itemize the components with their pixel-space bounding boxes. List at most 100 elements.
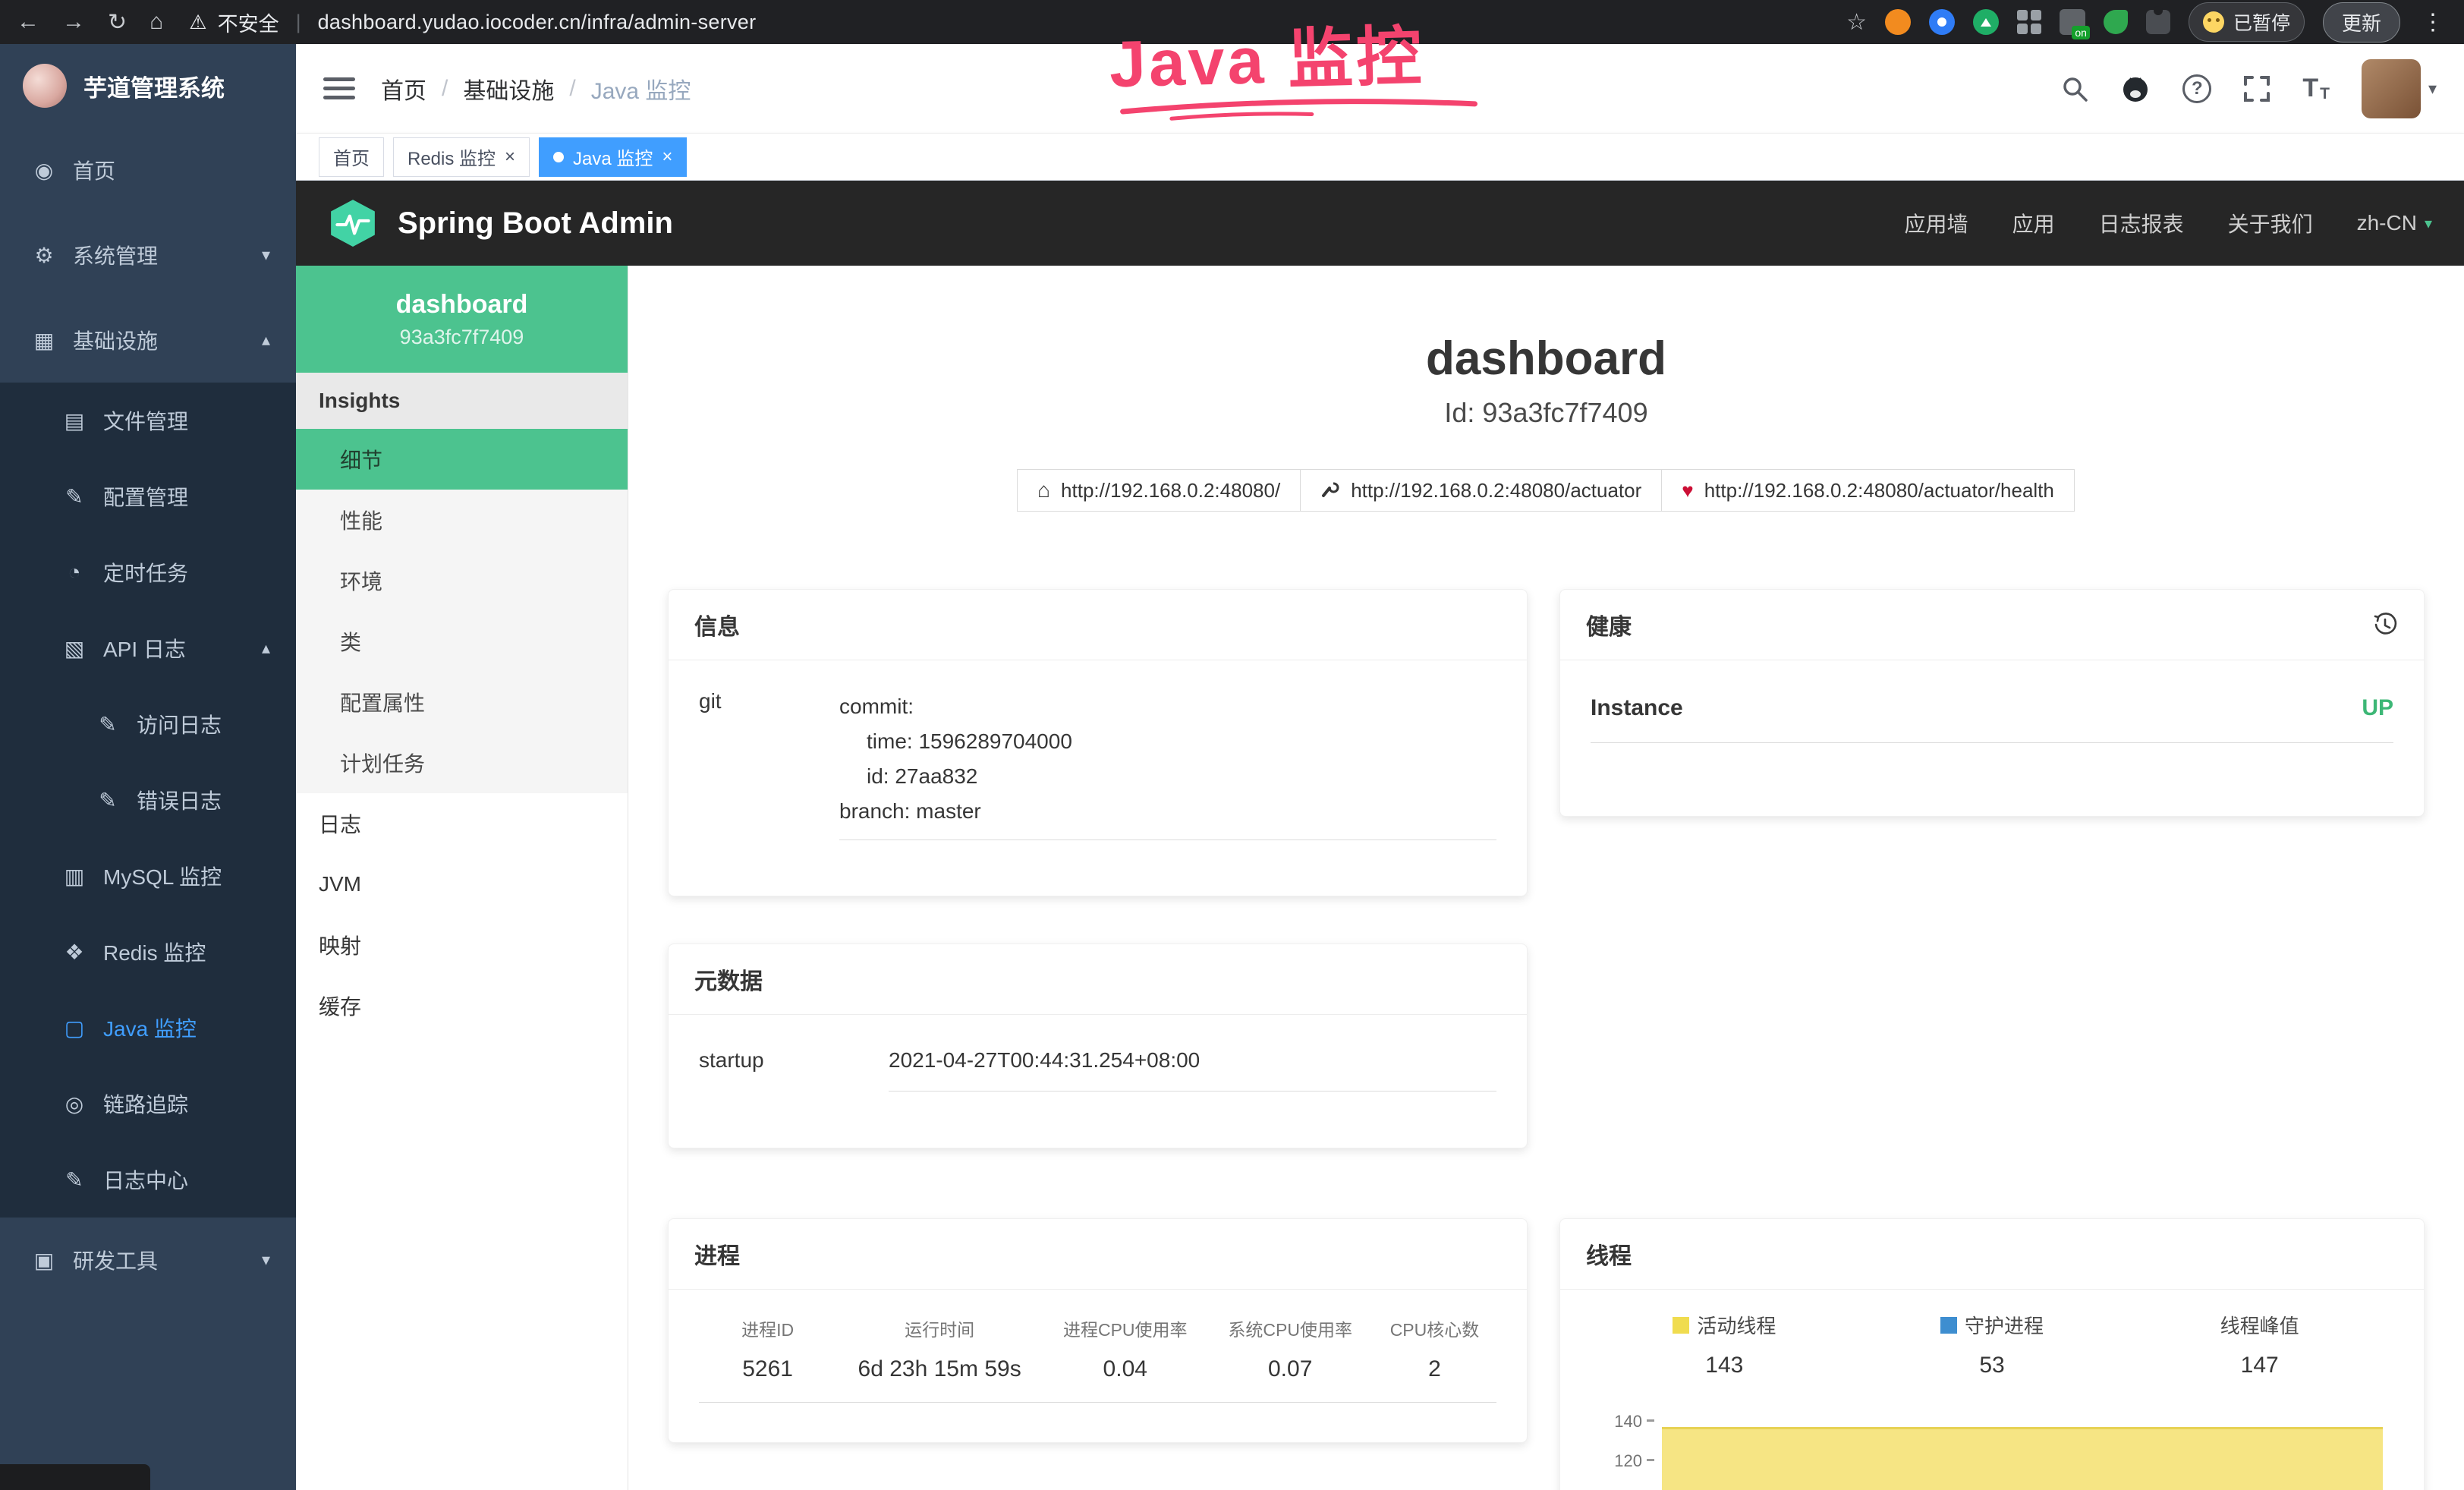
sba-nav-wallboard[interactable]: 应用墙 — [1905, 208, 1968, 238]
sba-logo-icon — [328, 198, 378, 248]
update-button[interactable]: 更新 — [2323, 2, 2400, 43]
sba-item-caches[interactable]: 缓存 — [296, 975, 628, 1036]
sba-nav-journal[interactable]: 日志报表 — [2099, 208, 2184, 238]
url-label: http://192.168.0.2:48080/actuator/health — [1704, 479, 2054, 502]
extension-grid-icon[interactable] — [2017, 10, 2041, 34]
paused-face-icon — [2203, 11, 2224, 33]
fullscreen-icon[interactable] — [2243, 75, 2270, 102]
sidebar-item-system[interactable]: ⚙ 系统管理 ▾ — [0, 213, 296, 298]
sidebar-item-log-center[interactable]: ✎ 日志中心 — [0, 1142, 296, 1218]
blue-square-icon — [1940, 1317, 1957, 1334]
sba-header: Spring Boot Admin 应用墙 应用 日志报表 关于我们 zh-CN… — [296, 181, 2464, 266]
sba-nav-applications[interactable]: 应用 — [2012, 208, 2055, 238]
extension-puzzle-icon[interactable] — [2146, 10, 2170, 34]
edit-icon: ✎ — [61, 1167, 88, 1192]
actuator-url-button[interactable]: http://192.168.0.2:48080/actuator — [1300, 469, 1662, 512]
sidebar-item-label: 错误日志 — [137, 785, 222, 815]
sidebar-item-mysql-monitor[interactable]: ▥ MySQL 监控 — [0, 838, 296, 914]
url-text[interactable]: dashboard.yudao.iocoder.cn/infra/admin-s… — [318, 11, 757, 34]
breadcrumb-infrastructure[interactable]: 基础设施 — [463, 72, 554, 106]
sidebar-item-access-logs[interactable]: ✎ 访问日志 — [0, 686, 296, 762]
app-title: 芋道管理系统 — [83, 69, 225, 103]
tab-home[interactable]: 首页 — [319, 137, 384, 177]
close-icon[interactable]: × — [662, 148, 672, 166]
sidebar-item-config-management[interactable]: ✎ 配置管理 — [0, 458, 296, 534]
edit-icon: ✎ — [94, 712, 121, 737]
breadcrumb: 首页 / 基础设施 / Java 监控 — [381, 72, 691, 106]
reload-icon[interactable]: ↻ — [108, 9, 127, 36]
sba-nav: 应用墙 应用 日志报表 关于我们 zh-CN ▾ — [1905, 208, 2432, 238]
chevron-up-icon: ▴ — [262, 330, 270, 350]
process-card: 进程 进程ID 5261 — [668, 1218, 1528, 1443]
health-url-button[interactable]: ♥ http://192.168.0.2:48080/actuator/heal… — [1661, 469, 2075, 512]
sidebar-item-label: Java 监控 — [103, 1013, 197, 1043]
metric-uptime: 运行时间 6d 23h 15m 59s — [836, 1315, 1043, 1382]
info-card-title: 信息 — [694, 608, 740, 641]
security-label[interactable]: 不安全 — [218, 8, 279, 37]
threads-legend: 活动线程 143 守护进程 — [1591, 1311, 2393, 1378]
user-menu[interactable]: ▾ — [2362, 59, 2437, 118]
threads-card-title: 线程 — [1586, 1237, 1632, 1271]
yellow-square-icon — [1673, 1317, 1689, 1334]
metadata-card: 元数据 startup 2021-04-27T00:44:31.254+08:0… — [668, 943, 1528, 1148]
infrastructure-icon: ▦ — [30, 328, 58, 353]
close-icon[interactable]: × — [505, 148, 515, 166]
home-icon[interactable]: ⌂ — [149, 9, 163, 35]
address-bar[interactable]: ⚠ 不安全 | dashboard.yudao.iocoder.cn/infra… — [189, 8, 756, 37]
sidebar-item-home[interactable]: ◉ 首页 — [0, 128, 296, 213]
sba-item-classes[interactable]: 类 — [296, 611, 628, 672]
sidebar-item-scheduled-tasks[interactable]: ◔ 定时任务 — [0, 534, 296, 610]
sba-nav-about[interactable]: 关于我们 — [2228, 208, 2313, 238]
extension-on-icon[interactable]: on — [2060, 9, 2085, 35]
sidebar-item-java-monitor[interactable]: ▢ Java 监控 — [0, 990, 296, 1066]
sba-item-config-props[interactable]: 配置属性 — [296, 672, 628, 732]
browser-status-bubble — [0, 1464, 150, 1490]
history-icon[interactable] — [2372, 612, 2398, 638]
font-size-icon[interactable]: TT — [2302, 74, 2330, 103]
on-badge: on — [2072, 26, 2090, 39]
instance-label: Instance — [1591, 695, 1683, 721]
search-icon[interactable] — [2061, 75, 2088, 102]
browser-menu-icon[interactable]: ⋮ — [2418, 9, 2447, 36]
metric-system-cpu: 系统CPU使用率 0.07 — [1207, 1315, 1372, 1382]
sba-item-environment[interactable]: 环境 — [296, 550, 628, 611]
sba-sidebar: dashboard 93a3fc7f7409 Insights 细节 性能 环境… — [296, 266, 628, 1490]
sba-item-scheduled-tasks[interactable]: 计划任务 — [296, 732, 628, 793]
paused-badge[interactable]: 已暂停 — [2189, 2, 2305, 42]
github-icon[interactable] — [2120, 74, 2151, 103]
sba-brand: Spring Boot Admin — [398, 206, 673, 241]
extension-blue-icon[interactable] — [1929, 9, 1955, 35]
extension-green-icon[interactable] — [1973, 9, 1999, 35]
sba-item-jvm[interactable]: JVM — [296, 854, 628, 915]
sidebar-item-label: 链路追踪 — [103, 1088, 188, 1119]
hamburger-icon[interactable] — [323, 76, 355, 102]
sba-app-block[interactable]: dashboard 93a3fc7f7409 — [296, 266, 628, 373]
sba-language-select[interactable]: zh-CN ▾ — [2357, 211, 2432, 235]
tab-label: 首页 — [333, 143, 370, 170]
sba-item-details[interactable]: 细节 — [296, 429, 628, 490]
instance-url-button[interactable]: ⌂ http://192.168.0.2:48080/ — [1017, 469, 1301, 512]
sba-item-mappings[interactable]: 映射 — [296, 915, 628, 975]
help-icon[interactable]: ? — [2182, 74, 2211, 103]
health-card: 健康 — [1559, 589, 2425, 817]
breadcrumb-home[interactable]: 首页 — [381, 72, 426, 106]
sba-item-logs[interactable]: 日志 — [296, 793, 628, 854]
back-icon[interactable]: ← — [17, 9, 39, 35]
sidebar-item-error-logs[interactable]: ✎ 错误日志 — [0, 762, 296, 838]
sidebar-item-tracing[interactable]: ◎ 链路追踪 — [0, 1066, 296, 1142]
tab-redis-monitor[interactable]: Redis 监控 × — [393, 137, 530, 177]
paused-label: 已暂停 — [2233, 8, 2290, 36]
sba-app-id: 93a3fc7f7409 — [400, 326, 524, 349]
extension-leaf-icon[interactable] — [2104, 10, 2128, 34]
sidebar-item-file-management[interactable]: ▤ 文件管理 — [0, 383, 296, 458]
extension-orange-icon[interactable] — [1885, 9, 1911, 35]
bookmark-star-icon[interactable]: ☆ — [1846, 9, 1867, 36]
app-logo[interactable]: 芋道管理系统 — [0, 44, 296, 128]
sidebar-item-redis-monitor[interactable]: ❖ Redis 监控 — [0, 914, 296, 990]
tab-java-monitor[interactable]: Java 监控 × — [539, 137, 687, 177]
sidebar-item-infrastructure[interactable]: ▦ 基础设施 ▴ — [0, 298, 296, 383]
forward-icon[interactable]: → — [62, 9, 85, 35]
sidebar-item-api-logs[interactable]: ▧ API 日志 ▴ — [0, 610, 296, 686]
sba-item-metrics[interactable]: 性能 — [296, 490, 628, 550]
sidebar-item-dev-tools[interactable]: ▣ 研发工具 ▾ — [0, 1218, 296, 1303]
